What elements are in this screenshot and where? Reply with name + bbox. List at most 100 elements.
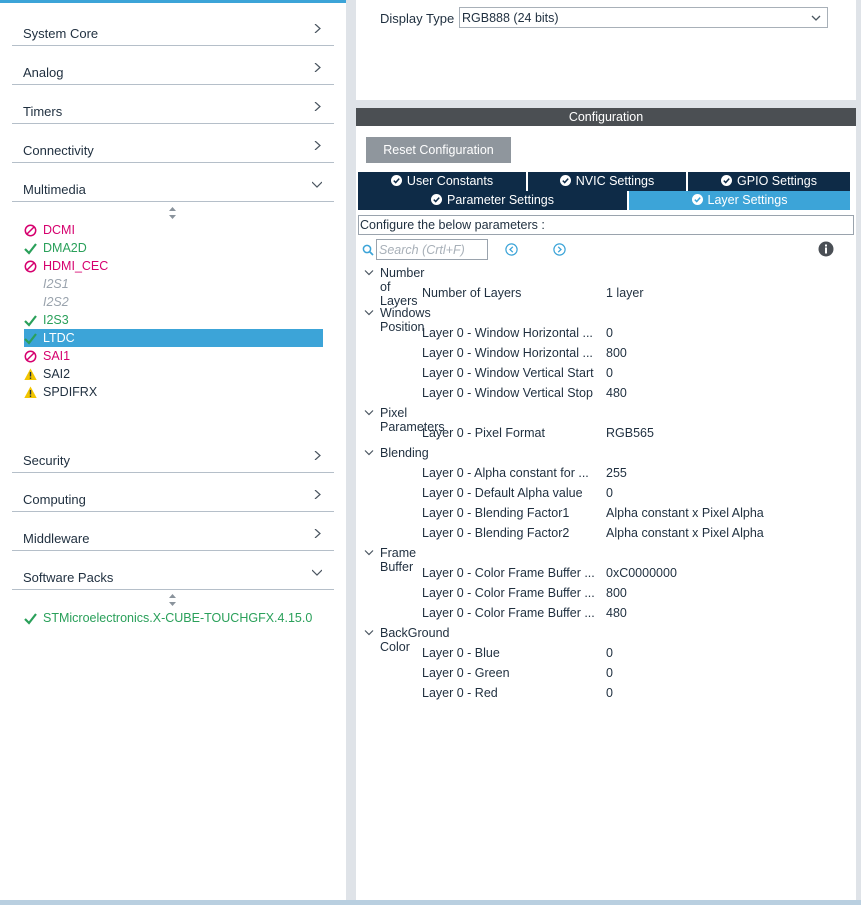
param-value[interactable]: RGB565	[606, 426, 654, 440]
tree-item-hdmi-cec[interactable]: HDMI_CEC	[24, 257, 323, 275]
tree-item-ltdc[interactable]: LTDC	[24, 329, 323, 347]
param-value[interactable]: 0	[606, 646, 613, 660]
param-value[interactable]: 800	[606, 346, 627, 360]
tree-item-dma2d[interactable]: DMA2D	[24, 239, 323, 257]
tab-layer-settings[interactable]: Layer Settings	[629, 191, 850, 210]
tree-item-label: DCMI	[43, 223, 75, 237]
param-name: Layer 0 - Red	[422, 686, 498, 700]
chevron-right-icon	[314, 451, 321, 460]
param-row[interactable]: Layer 0 - Blending Factor1 Alpha constan…	[422, 504, 852, 524]
chevron-right-icon	[314, 490, 321, 499]
category-computing[interactable]: Computing	[12, 473, 334, 512]
param-row[interactable]: Layer 0 - Window Horizontal ... 800	[422, 344, 852, 364]
tab-user-constants[interactable]: User Constants	[358, 172, 526, 191]
chevron-down-icon	[364, 550, 374, 556]
chevron-down-icon	[364, 310, 374, 316]
search-input[interactable]	[376, 239, 488, 260]
param-value[interactable]: 480	[606, 606, 627, 620]
mode-panel: Display Type RGB888 (24 bits)	[356, 0, 856, 100]
param-row[interactable]: Layer 0 - Window Horizontal ... 0	[422, 324, 852, 344]
check-icon	[24, 333, 37, 345]
tab-nvic-settings[interactable]: NVIC Settings	[528, 172, 686, 191]
param-name: Layer 0 - Window Horizontal ...	[422, 346, 593, 360]
category-security[interactable]: Security	[12, 434, 334, 473]
param-value[interactable]: Alpha constant x Pixel Alpha	[606, 506, 764, 520]
param-row[interactable]: Layer 0 - Red 0	[422, 684, 852, 704]
sort-icon[interactable]	[168, 207, 177, 219]
tab-label: User Constants	[406, 174, 494, 188]
category-software-packs[interactable]: Software Packs	[12, 551, 334, 590]
tree-item-i2s1[interactable]: I2S1	[24, 275, 323, 293]
param-row[interactable]: Layer 0 - Window Vertical Start 0	[422, 364, 852, 384]
param-name: Layer 0 - Green	[422, 666, 510, 680]
category-connectivity[interactable]: Connectivity	[12, 124, 334, 163]
next-match-icon[interactable]	[553, 243, 566, 256]
reset-configuration-button[interactable]: Reset Configuration	[366, 137, 511, 163]
param-value[interactable]: 0	[606, 666, 613, 680]
param-value[interactable]: 0	[606, 366, 613, 380]
tree-item-i2s3[interactable]: I2S3	[24, 311, 323, 329]
group-label: Blending	[380, 446, 429, 460]
param-row[interactable]: Layer 0 - Green 0	[422, 664, 852, 684]
category-timers[interactable]: Timers	[12, 85, 334, 124]
category-middleware[interactable]: Middleware	[12, 512, 334, 551]
chevron-down-icon	[312, 569, 322, 576]
category-analog[interactable]: Analog	[12, 46, 334, 85]
param-row[interactable]: Layer 0 - Pixel Format RGB565	[422, 424, 852, 444]
tree-item-software-pack[interactable]: STMicroelectronics.X-CUBE-TOUCHGFX.4.15.…	[24, 609, 334, 627]
param-value[interactable]: 480	[606, 386, 627, 400]
param-row[interactable]: Layer 0 - Blue 0	[422, 644, 852, 664]
param-value[interactable]: 1 layer	[606, 286, 644, 300]
param-value[interactable]: Alpha constant x Pixel Alpha	[606, 526, 764, 540]
tree-item-label: LTDC	[43, 331, 75, 345]
previous-match-icon[interactable]	[505, 243, 518, 256]
param-value[interactable]: 255	[606, 466, 627, 480]
left-panel: System Core Analog Timers Connectivity M…	[0, 0, 346, 900]
display-type-label: Display Type	[380, 11, 455, 26]
info-icon[interactable]	[818, 241, 834, 257]
param-row[interactable]: Layer 0 - Window Vertical Stop 480	[422, 384, 852, 404]
sort-icon[interactable]	[168, 594, 177, 606]
param-value[interactable]: 0	[606, 686, 613, 700]
disabled-icon	[24, 260, 37, 273]
tab-label: NVIC Settings	[575, 174, 655, 188]
param-row[interactable]: Layer 0 - Color Frame Buffer ... 480	[422, 604, 852, 624]
param-name: Layer 0 - Default Alpha value	[422, 486, 583, 500]
param-row[interactable]: Layer 0 - Alpha constant for ... 255	[422, 464, 852, 484]
param-row[interactable]: Layer 0 - Color Frame Buffer ... 800	[422, 584, 852, 604]
chevron-right-icon	[314, 529, 321, 538]
check-icon	[24, 613, 37, 625]
warning-icon	[24, 368, 37, 380]
param-row[interactable]: Number of Layers 1 layer	[422, 284, 852, 304]
tab-label: Parameter Settings	[447, 193, 554, 207]
chevron-right-icon	[314, 141, 321, 150]
tree-item-dcmi[interactable]: DCMI	[24, 221, 323, 239]
param-row[interactable]: Layer 0 - Default Alpha value 0	[422, 484, 852, 504]
tree-item-sai2[interactable]: SAI2	[24, 365, 323, 383]
tab-parameter-settings[interactable]: Parameter Settings	[358, 191, 627, 210]
param-name: Number of Layers	[422, 286, 522, 300]
param-value[interactable]: 0	[606, 326, 613, 340]
tree-item-sai1[interactable]: SAI1	[24, 347, 323, 365]
param-value[interactable]: 800	[606, 586, 627, 600]
param-row[interactable]: Layer 0 - Color Frame Buffer ... 0xC0000…	[422, 564, 852, 584]
bottom-status-strip	[0, 900, 861, 905]
tab-label: Layer Settings	[707, 193, 788, 207]
category-system-core[interactable]: System Core	[12, 7, 334, 46]
tree-item-i2s2[interactable]: I2S2	[24, 293, 323, 311]
chevron-down-icon	[364, 630, 374, 636]
tree-item-spdifrx[interactable]: SPDIFRX	[24, 383, 323, 401]
tree-item-label: I2S2	[43, 295, 69, 309]
tab-gpio-settings[interactable]: GPIO Settings	[688, 172, 850, 191]
display-type-select[interactable]: RGB888 (24 bits)	[459, 7, 828, 28]
category-multimedia[interactable]: Multimedia	[12, 163, 334, 202]
tree-item-label: SAI2	[43, 367, 71, 381]
param-value[interactable]: 0	[606, 486, 613, 500]
panel-splitter[interactable]	[346, 0, 354, 900]
param-name: Layer 0 - Window Horizontal ...	[422, 326, 593, 340]
param-value[interactable]: 0xC0000000	[606, 566, 677, 580]
tree-item-label: I2S3	[43, 313, 69, 327]
check-icon	[24, 243, 37, 255]
tree-item-label: SPDIFRX	[43, 385, 98, 399]
param-row[interactable]: Layer 0 - Blending Factor2 Alpha constan…	[422, 524, 852, 544]
